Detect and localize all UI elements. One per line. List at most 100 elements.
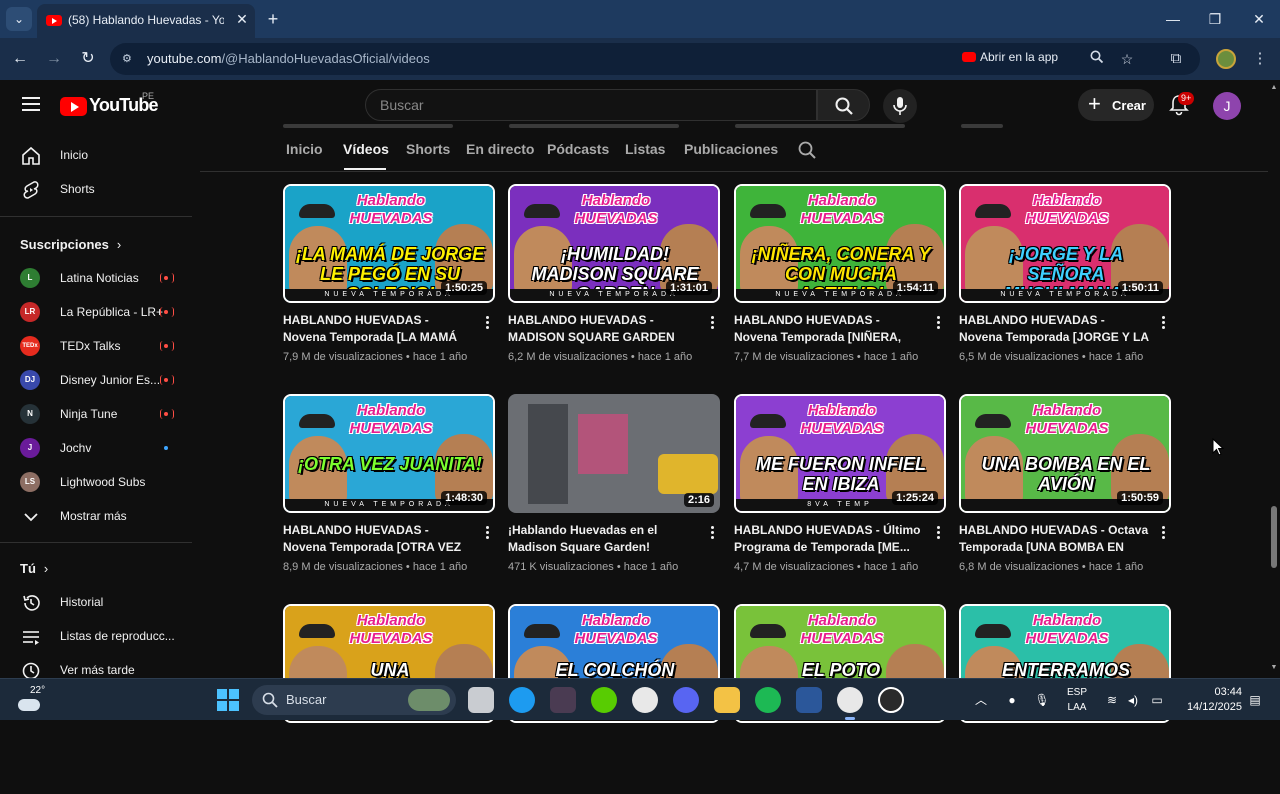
- address-bar[interactable]: ⚙ youtube.com/@HablandoHuevadasOficial/v…: [110, 43, 1200, 75]
- word-icon[interactable]: [796, 687, 822, 713]
- subscriptions-heading[interactable]: Suscripciones ›: [20, 237, 121, 252]
- video-thumbnail[interactable]: Hablando HUEVADAS ¡HUMILDAD! MADISON SQUA…: [508, 184, 720, 303]
- tab-inicio[interactable]: Inicio: [286, 141, 323, 157]
- tab-en-directo[interactable]: En directo: [466, 141, 534, 157]
- chrome-icon[interactable]: [632, 687, 658, 713]
- tray-microphone-icon[interactable]: 🎙: [1033, 691, 1051, 709]
- video-title[interactable]: ¡Hablando Huevadas en el Madison Square …: [508, 522, 698, 556]
- zoom-search-icon[interactable]: [1088, 50, 1106, 68]
- tab-podcasts[interactable]: Pódcasts: [547, 141, 609, 157]
- account-avatar[interactable]: J: [1213, 92, 1241, 120]
- spotify-icon[interactable]: [755, 687, 781, 713]
- video-thumbnail[interactable]: Hablando HUEVADAS ¡OTRA VEZ JUANITA! NUEVA…: [283, 394, 495, 513]
- close-window-button[interactable]: ✕: [1244, 6, 1274, 32]
- close-tab-icon[interactable]: ✕: [233, 10, 251, 28]
- video-card[interactable]: Hablando HUEVADAS ME FUERON INFIEL EN IBI…: [734, 394, 946, 584]
- edge-browser-icon[interactable]: [509, 687, 535, 713]
- you-heading[interactable]: Tú ›: [20, 561, 48, 576]
- extensions-puzzle-icon[interactable]: ⧉: [1165, 48, 1187, 70]
- guide-menu-icon[interactable]: [22, 97, 40, 111]
- search-input[interactable]: Buscar: [365, 89, 817, 121]
- video-title[interactable]: HABLANDO HUEVADAS - Novena Temporada [NI…: [734, 312, 924, 346]
- create-button[interactable]: + Crear: [1078, 89, 1154, 121]
- back-button[interactable]: ←: [8, 47, 32, 71]
- discord-icon[interactable]: [673, 687, 699, 713]
- video-card[interactable]: Hablando HUEVADAS UNA BOMBA EN EL AVIÓN 1:…: [959, 394, 1171, 584]
- more-actions-icon[interactable]: [1157, 314, 1169, 332]
- task-view-icon[interactable]: [468, 687, 494, 713]
- tray-app-icon[interactable]: ●: [1003, 691, 1021, 709]
- youtube-logo[interactable]: YouTube PE: [60, 91, 160, 117]
- more-actions-icon[interactable]: [932, 314, 944, 332]
- language-indicator[interactable]: ESP LAA: [1064, 685, 1090, 715]
- site-settings-icon[interactable]: ⚙: [122, 52, 136, 66]
- browser-profile-avatar[interactable]: [1216, 49, 1236, 69]
- sidebar-subscription-jochv[interactable]: J Jochv: [0, 431, 192, 465]
- reload-button[interactable]: ↻: [76, 47, 100, 71]
- weather-widget[interactable]: 22°: [16, 685, 46, 715]
- file-explorer-icon[interactable]: [714, 687, 740, 713]
- new-tab-button[interactable]: +: [262, 8, 284, 30]
- video-thumbnail[interactable]: Hablando HUEVADAS ¡LA MAMÁ DE JORGE LE PE…: [283, 184, 495, 303]
- video-card[interactable]: Hablando HUEVADAS¡JORGE Y LA SEÑORA MUSU…: [959, 184, 1171, 374]
- video-card[interactable]: Hablando HUEVADAS ¡HUMILDAD! MADISON SQUA…: [508, 184, 720, 374]
- tab-publicaciones[interactable]: Publicaciones: [684, 141, 778, 157]
- page-scrollbar[interactable]: ▲ ▼: [1268, 80, 1280, 678]
- search-button[interactable]: [817, 89, 870, 121]
- voice-search-button[interactable]: [883, 89, 917, 123]
- video-title[interactable]: HABLANDO HUEVADAS - Octava Temporada [UN…: [959, 522, 1149, 556]
- taskbar-search-input[interactable]: Buscar: [252, 685, 456, 715]
- bookmark-star-icon[interactable]: ☆: [1118, 50, 1136, 68]
- sidebar-subscription-latina-noticias[interactable]: L Latina Noticias: [0, 261, 192, 295]
- tab-listas[interactable]: Listas: [625, 141, 665, 157]
- sidebar-subscription-disney-junior[interactable]: DJ Disney Junior Es...: [0, 363, 192, 397]
- sidebar-item-history[interactable]: Historial: [0, 585, 192, 619]
- channel-search-icon[interactable]: [797, 140, 817, 160]
- open-in-app-button[interactable]: Abrir en la app: [962, 50, 1058, 64]
- browser-tab[interactable]: (58) Hablando Huevadas - YouTube ✕: [37, 4, 255, 38]
- forward-button[interactable]: →: [42, 47, 66, 71]
- video-thumbnail[interactable]: Hablando HUEVADAS ¡NIÑERA, CONERA Y CON M…: [734, 184, 946, 303]
- sidebar-show-more[interactable]: Mostrar más: [0, 499, 192, 533]
- chrome-active-icon[interactable]: [837, 687, 863, 720]
- video-thumbnail[interactable]: Hablando HUEVADAS UNA BOMBA EN EL AVIÓN 1:…: [959, 394, 1171, 513]
- video-card[interactable]: Hablando HUEVADAS ¡OTRA VEZ JUANITA! NUEVA…: [283, 394, 495, 584]
- video-title[interactable]: HABLANDO HUEVADAS - Novena Temporada [LA…: [283, 312, 473, 346]
- video-title[interactable]: HABLANDO HUEVADAS - Novena Temporada [JO…: [959, 312, 1149, 346]
- sidebar-subscription-la-republica[interactable]: LR La República - LR+: [0, 295, 192, 329]
- video-card[interactable]: Hablando HUEVADAS ¡LA MAMÁ DE JORGE LE PE…: [283, 184, 495, 374]
- more-actions-icon[interactable]: [706, 524, 718, 542]
- tab-search-menu-button[interactable]: ⌄: [6, 7, 32, 31]
- volume-icon[interactable]: ◂): [1124, 691, 1142, 709]
- more-actions-icon[interactable]: [481, 524, 493, 542]
- video-thumbnail[interactable]: 2:16: [508, 394, 720, 513]
- sidebar-subscription-lightwood-subs[interactable]: LS Lightwood Subs: [0, 465, 192, 499]
- more-actions-icon[interactable]: [481, 314, 493, 332]
- video-card[interactable]: Hablando HUEVADAS ¡NIÑERA, CONERA Y CON M…: [734, 184, 946, 374]
- video-thumbnail[interactable]: Hablando HUEVADAS¡JORGE Y LA SEÑORA MUSU…: [959, 184, 1171, 303]
- notification-center-icon[interactable]: ▤: [1246, 691, 1264, 709]
- taskbar-clock[interactable]: 03:44 14/12/2025: [1180, 685, 1242, 715]
- sidebar-item-playlists[interactable]: Listas de reproducc...: [0, 619, 192, 653]
- sidebar-subscription-ninja-tune[interactable]: N Ninja Tune: [0, 397, 192, 431]
- browser-menu-icon[interactable]: ⋮: [1249, 48, 1271, 70]
- more-actions-icon[interactable]: [706, 314, 718, 332]
- sidebar-subscription-tedx-talks[interactable]: TEDx TEDx Talks: [0, 329, 192, 363]
- windows-start-icon[interactable]: [217, 689, 239, 711]
- more-actions-icon[interactable]: [932, 524, 944, 542]
- wifi-icon[interactable]: ≋: [1103, 691, 1121, 709]
- tab-videos[interactable]: Vídeos: [343, 141, 389, 157]
- sidebar-item-shorts[interactable]: Shorts: [0, 172, 192, 206]
- sidebar-item-home[interactable]: Inicio: [0, 138, 192, 172]
- photo-app-icon[interactable]: [550, 687, 576, 713]
- video-thumbnail[interactable]: Hablando HUEVADAS ME FUERON INFIEL EN IBI…: [734, 394, 946, 513]
- obs-icon[interactable]: [878, 687, 904, 713]
- tab-shorts[interactable]: Shorts: [406, 141, 450, 157]
- battery-icon[interactable]: ▭: [1148, 691, 1166, 709]
- duolingo-icon[interactable]: [591, 687, 617, 713]
- video-title[interactable]: HABLANDO HUEVADAS - Novena Temporada [OT…: [283, 522, 473, 556]
- scrollbar-thumb[interactable]: [1271, 506, 1277, 568]
- video-title[interactable]: HABLANDO HUEVADAS - MADISON SQUARE GARDE…: [508, 312, 698, 346]
- video-card[interactable]: 2:16 ¡Hablando Huevadas en el Madison Squ…: [508, 394, 720, 584]
- video-title[interactable]: HABLANDO HUEVADAS - Último Programa de T…: [734, 522, 924, 556]
